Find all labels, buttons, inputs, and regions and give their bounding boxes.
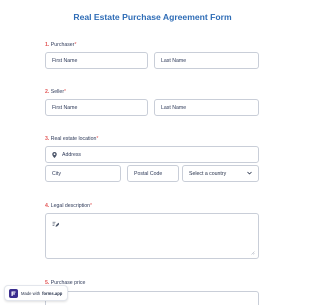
city-input[interactable]: City	[45, 165, 121, 182]
seller-label-text: Seller	[50, 89, 65, 95]
seller-last-name-input[interactable]: Last Name	[154, 99, 259, 116]
purchaser-first-name-input[interactable]: First Name	[45, 52, 148, 69]
legal-description-label: 4. Legal description*	[45, 203, 92, 209]
made-with-badge[interactable]: Made with forms.app	[4, 285, 69, 301]
country-select[interactable]: Select a country	[182, 165, 259, 182]
purchaser-last-name-placeholder: Last Name	[161, 57, 187, 64]
chevron-down-icon	[247, 171, 252, 177]
purchaser-first-name-placeholder: First Name	[52, 57, 78, 64]
seller-last-name-placeholder: Last Name	[161, 104, 187, 111]
seller-first-name-placeholder: First Name	[52, 104, 78, 111]
purchase-price-input[interactable]	[45, 291, 259, 305]
purchaser-required-mark: *	[74, 42, 77, 48]
city-placeholder: City	[52, 170, 61, 177]
purchaser-number: 1.	[45, 42, 50, 48]
location-required-mark: *	[96, 136, 99, 142]
address-input[interactable]: Address	[45, 146, 259, 163]
postal-code-input[interactable]: Postal Code	[127, 165, 179, 182]
location-label: 3. Real estate location*	[45, 136, 98, 142]
seller-label: 2. Seller*	[45, 89, 66, 95]
resize-handle-icon[interactable]	[250, 250, 255, 255]
badge-brand: forms.app	[42, 290, 63, 296]
address-placeholder: Address	[62, 151, 82, 158]
country-select-value: Select a country	[189, 170, 227, 177]
badge-prefix: Made with	[21, 290, 41, 296]
map-pin-icon	[52, 151, 57, 158]
forms-app-logo-icon	[9, 288, 18, 298]
location-label-text: Real estate location	[50, 136, 97, 142]
purchaser-label: 1. Purchaser*	[45, 42, 76, 48]
legal-description-label-text: Legal description	[50, 203, 91, 209]
purchaser-last-name-input[interactable]: Last Name	[154, 52, 259, 69]
text-edit-icon	[52, 221, 59, 227]
legal-description-textarea[interactable]	[45, 213, 259, 259]
seller-required-mark: *	[64, 89, 67, 95]
form-title: Real Estate Purchase Agreement Form	[73, 12, 232, 22]
purchaser-label-text: Purchaser	[50, 42, 75, 48]
legal-description-number: 4.	[45, 203, 50, 209]
location-number: 3.	[45, 136, 50, 142]
legal-description-required-mark: *	[90, 203, 93, 209]
postal-code-placeholder: Postal Code	[134, 170, 163, 177]
seller-first-name-input[interactable]: First Name	[45, 99, 148, 116]
seller-number: 2.	[45, 89, 50, 95]
